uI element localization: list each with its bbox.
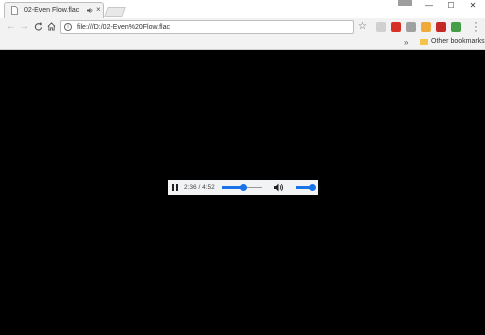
toolbar: ← → i file:///D:/02-Even%20Flow.flac ☆ ·… — [0, 18, 485, 37]
info-icon[interactable]: i — [64, 23, 72, 31]
green-extension-icon[interactable] — [451, 22, 461, 32]
folder-icon — [420, 39, 428, 45]
back-button[interactable]: ← — [5, 21, 17, 33]
media-viewport: 2:36 / 4:52 — [0, 50, 485, 335]
forward-button[interactable]: → — [18, 21, 30, 33]
home-icon — [47, 22, 55, 31]
chrome-extension-icon[interactable] — [421, 22, 431, 32]
close-window-button[interactable]: ✕ — [462, 0, 484, 12]
reload-button[interactable] — [32, 21, 44, 33]
new-tab-button[interactable] — [104, 7, 126, 17]
profile-badge[interactable] — [398, 0, 412, 6]
menu-icon[interactable]: · · · — [473, 18, 479, 37]
reload-icon — [34, 22, 42, 31]
document-icon — [11, 6, 18, 15]
pocket-icon[interactable] — [376, 22, 386, 32]
other-bookmarks-link[interactable]: Other bookmarks — [431, 38, 485, 45]
pause-icon-bar-right — [176, 184, 178, 191]
pause-icon-bar-left — [172, 184, 174, 191]
home-button[interactable] — [45, 21, 57, 33]
tab-title: 02-Even Flow.flac — [24, 7, 80, 14]
tab-active[interactable]: 02-Even Flow.flac × — [4, 2, 104, 18]
bookmarks-bar: » Other bookmarks — [0, 36, 485, 50]
seek-slider[interactable] — [222, 184, 262, 191]
tab-close-icon[interactable]: × — [96, 5, 101, 15]
browser-chrome: 02-Even Flow.flac × — ☐ ✕ ← → i file:///… — [0, 0, 485, 50]
maximize-button[interactable]: ☐ — [440, 0, 462, 12]
badge-extension-icon[interactable] — [391, 22, 401, 32]
bookmarks-overflow-icon[interactable]: » — [404, 38, 408, 47]
adblock-icon[interactable] — [436, 22, 446, 32]
url-text[interactable]: file:///D:/02-Even%20Flow.flac — [77, 24, 170, 31]
time-display: 2:36 / 4:52 — [184, 184, 215, 191]
cast-icon[interactable] — [406, 22, 416, 32]
address-bar[interactable]: i file:///D:/02-Even%20Flow.flac — [60, 20, 354, 34]
volume-icon[interactable] — [274, 183, 284, 192]
speaker-icon[interactable] — [87, 7, 94, 14]
volume-slider[interactable] — [296, 184, 316, 191]
audio-player: 2:36 / 4:52 — [168, 180, 318, 195]
pause-button[interactable] — [171, 183, 180, 192]
seek-thumb[interactable] — [239, 184, 247, 191]
tab-strip: 02-Even Flow.flac × — ☐ ✕ — [0, 0, 485, 18]
minimize-button[interactable]: — — [418, 0, 440, 12]
bookmark-star-icon[interactable]: ☆ — [358, 21, 367, 33]
volume-thumb[interactable] — [308, 184, 316, 191]
